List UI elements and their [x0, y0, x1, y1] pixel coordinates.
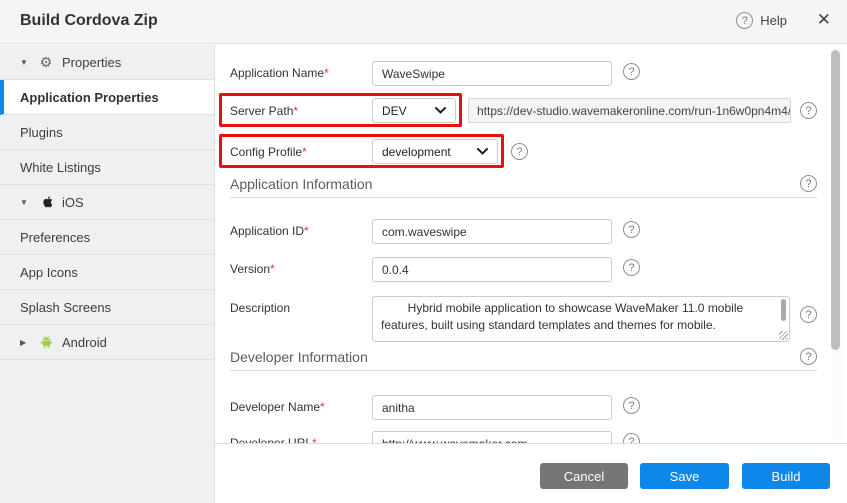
required-asterisk: *: [320, 400, 325, 414]
sidebar-item-app-icons[interactable]: App Icons: [0, 255, 214, 290]
help-label: Help: [760, 13, 787, 28]
sidebar-item-white-listings[interactable]: White Listings: [0, 150, 214, 185]
android-icon: [39, 335, 53, 349]
chevron-down-icon: ▼: [20, 198, 30, 207]
description-label: Description: [230, 301, 290, 315]
sidebar-item-label: Plugins: [20, 125, 63, 140]
required-asterisk: *: [293, 104, 298, 118]
sidebar-item-preferences[interactable]: Preferences: [0, 220, 214, 255]
cancel-button[interactable]: Cancel: [540, 463, 628, 489]
textarea-resize-grip[interactable]: [779, 331, 788, 340]
chevron-down-icon: [435, 107, 446, 114]
required-asterisk: *: [312, 436, 317, 443]
application-id-help-icon[interactable]: ?: [623, 221, 640, 238]
sidebar-group-label: Android: [62, 335, 107, 350]
application-id-input[interactable]: [372, 219, 612, 244]
scrollbar-track[interactable]: [833, 48, 844, 440]
required-asterisk: *: [270, 262, 275, 276]
build-button[interactable]: Build: [742, 463, 830, 489]
save-button[interactable]: Save: [640, 463, 729, 489]
server-path-dropdown[interactable]: DEV: [372, 98, 456, 123]
help-icon: ?: [736, 12, 753, 29]
developer-name-label: Developer Name*: [230, 400, 325, 414]
server-path-url-value: https://dev-studio.wavemakeronline.com/r…: [468, 98, 791, 123]
developer-information-heading: Developer Information: [230, 349, 368, 365]
application-information-help-icon[interactable]: ?: [800, 175, 817, 192]
sidebar-group-android[interactable]: ▶ Android: [0, 325, 214, 360]
developer-url-help-icon[interactable]: ?: [623, 433, 640, 443]
sidebar-item-label: Splash Screens: [20, 300, 111, 315]
server-path-help-icon[interactable]: ?: [800, 102, 817, 119]
build-cordova-zip-dialog: Build Cordova Zip ? Help ✕ ▼ ⚙ Propertie…: [0, 0, 847, 503]
version-help-icon[interactable]: ?: [623, 259, 640, 276]
developer-information-help-icon[interactable]: ?: [800, 348, 817, 365]
required-asterisk: *: [304, 224, 309, 238]
sidebar-item-label: Preferences: [20, 230, 90, 245]
application-information-heading: Application Information: [230, 176, 372, 192]
help-link[interactable]: ? Help: [736, 12, 787, 29]
sidebar-group-properties[interactable]: ▼ ⚙ Properties: [0, 45, 214, 80]
scrollbar-thumb[interactable]: [831, 50, 840, 350]
sidebar: ▼ ⚙ Properties Application Properties Pl…: [0, 45, 215, 503]
gear-icon: ⚙: [39, 55, 53, 69]
chevron-down-icon: [477, 148, 488, 155]
version-label: Version*: [230, 262, 275, 276]
sidebar-item-label: App Icons: [20, 265, 78, 280]
config-profile-help-icon[interactable]: ?: [511, 143, 528, 160]
application-name-help-icon[interactable]: ?: [623, 63, 640, 80]
description-textarea[interactable]: Hybrid mobile application to showcase Wa…: [372, 296, 790, 342]
sidebar-item-splash-screens[interactable]: Splash Screens: [0, 290, 214, 325]
textarea-scrollbar-thumb[interactable]: [781, 299, 786, 321]
sidebar-item-label: Application Properties: [20, 90, 159, 105]
form-scroll-area: Application Name* ? Server Path* DEV htt…: [215, 45, 847, 443]
sidebar-item-plugins[interactable]: Plugins: [0, 115, 214, 150]
version-input[interactable]: [372, 257, 612, 282]
server-path-label: Server Path*: [230, 104, 298, 118]
dialog-header: Build Cordova Zip ? Help ✕: [0, 0, 847, 44]
chevron-right-icon: ▶: [20, 338, 30, 347]
application-id-label: Application ID*: [230, 224, 309, 238]
developer-url-input[interactable]: [372, 431, 612, 443]
sidebar-item-application-properties[interactable]: Application Properties: [0, 80, 214, 115]
config-profile-selected-value: development: [382, 145, 451, 159]
close-icon[interactable]: ✕: [817, 10, 831, 30]
sidebar-item-label: White Listings: [20, 160, 101, 175]
section-divider: [230, 370, 817, 371]
config-profile-label: Config Profile*: [230, 145, 307, 159]
required-asterisk: *: [302, 145, 307, 159]
dialog-title: Build Cordova Zip: [20, 12, 158, 30]
sidebar-group-label: iOS: [62, 195, 84, 210]
config-profile-dropdown[interactable]: development: [372, 139, 498, 164]
required-asterisk: *: [324, 66, 329, 80]
description-help-icon[interactable]: ?: [800, 306, 817, 323]
sidebar-group-label: Properties: [62, 55, 121, 70]
application-name-label: Application Name*: [230, 66, 329, 80]
sidebar-group-ios[interactable]: ▼ iOS: [0, 185, 214, 220]
developer-url-label: Developer URL*: [230, 436, 317, 443]
dialog-footer: Cancel Save Build: [215, 443, 847, 503]
section-divider: [230, 197, 817, 198]
chevron-down-icon: ▼: [20, 58, 30, 67]
apple-icon: [39, 195, 53, 209]
server-path-selected-value: DEV: [382, 104, 407, 118]
developer-name-help-icon[interactable]: ?: [623, 397, 640, 414]
developer-name-input[interactable]: [372, 395, 612, 420]
application-name-input[interactable]: [372, 61, 612, 86]
